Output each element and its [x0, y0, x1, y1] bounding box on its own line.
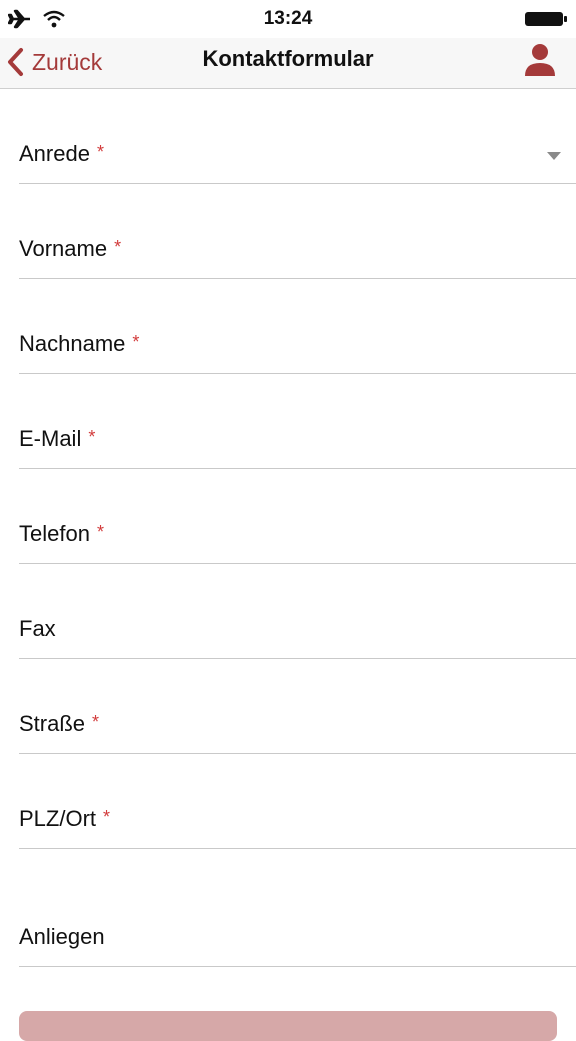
salutation-select[interactable]: Anrede *	[19, 89, 576, 184]
field-label: E-Mail *	[19, 426, 96, 451]
field-label: Telefon *	[19, 521, 104, 546]
phone-field[interactable]: Telefon *	[19, 469, 576, 564]
required-mark: *	[96, 522, 104, 542]
navigation-bar: Zurück Kontaktformular	[0, 38, 576, 89]
page-title: Kontaktformular	[202, 46, 374, 71]
field-label: Nachname *	[19, 331, 140, 356]
chevron-down-icon	[547, 152, 561, 160]
last-name-field[interactable]: Nachname *	[19, 279, 576, 374]
field-label: Vorname *	[19, 236, 122, 261]
field-label: Straße *	[19, 711, 100, 736]
required-mark: *	[88, 427, 96, 447]
field-label: Anliegen	[19, 924, 105, 949]
field-label: Anrede *	[19, 141, 104, 166]
status-bar: 13:24	[0, 0, 576, 38]
status-time: 13:24	[263, 8, 313, 29]
field-label: PLZ/Ort *	[19, 806, 111, 831]
required-mark: *	[103, 807, 111, 827]
message-field[interactable]: Anliegen	[19, 849, 576, 967]
email-field[interactable]: E-Mail *	[19, 374, 576, 469]
fax-field[interactable]: Fax	[19, 564, 576, 659]
required-mark: *	[132, 332, 140, 352]
first-name-field[interactable]: Vorname *	[19, 184, 576, 279]
required-mark: *	[96, 142, 104, 162]
user-icon[interactable]	[522, 42, 558, 78]
field-label: Fax	[19, 616, 56, 641]
battery-icon	[525, 12, 567, 26]
submit-button[interactable]	[19, 1011, 557, 1041]
zip-city-field[interactable]: PLZ/Ort *	[19, 754, 576, 849]
required-mark: *	[92, 712, 100, 732]
required-mark: *	[114, 237, 122, 257]
street-field[interactable]: Straße *	[19, 659, 576, 754]
